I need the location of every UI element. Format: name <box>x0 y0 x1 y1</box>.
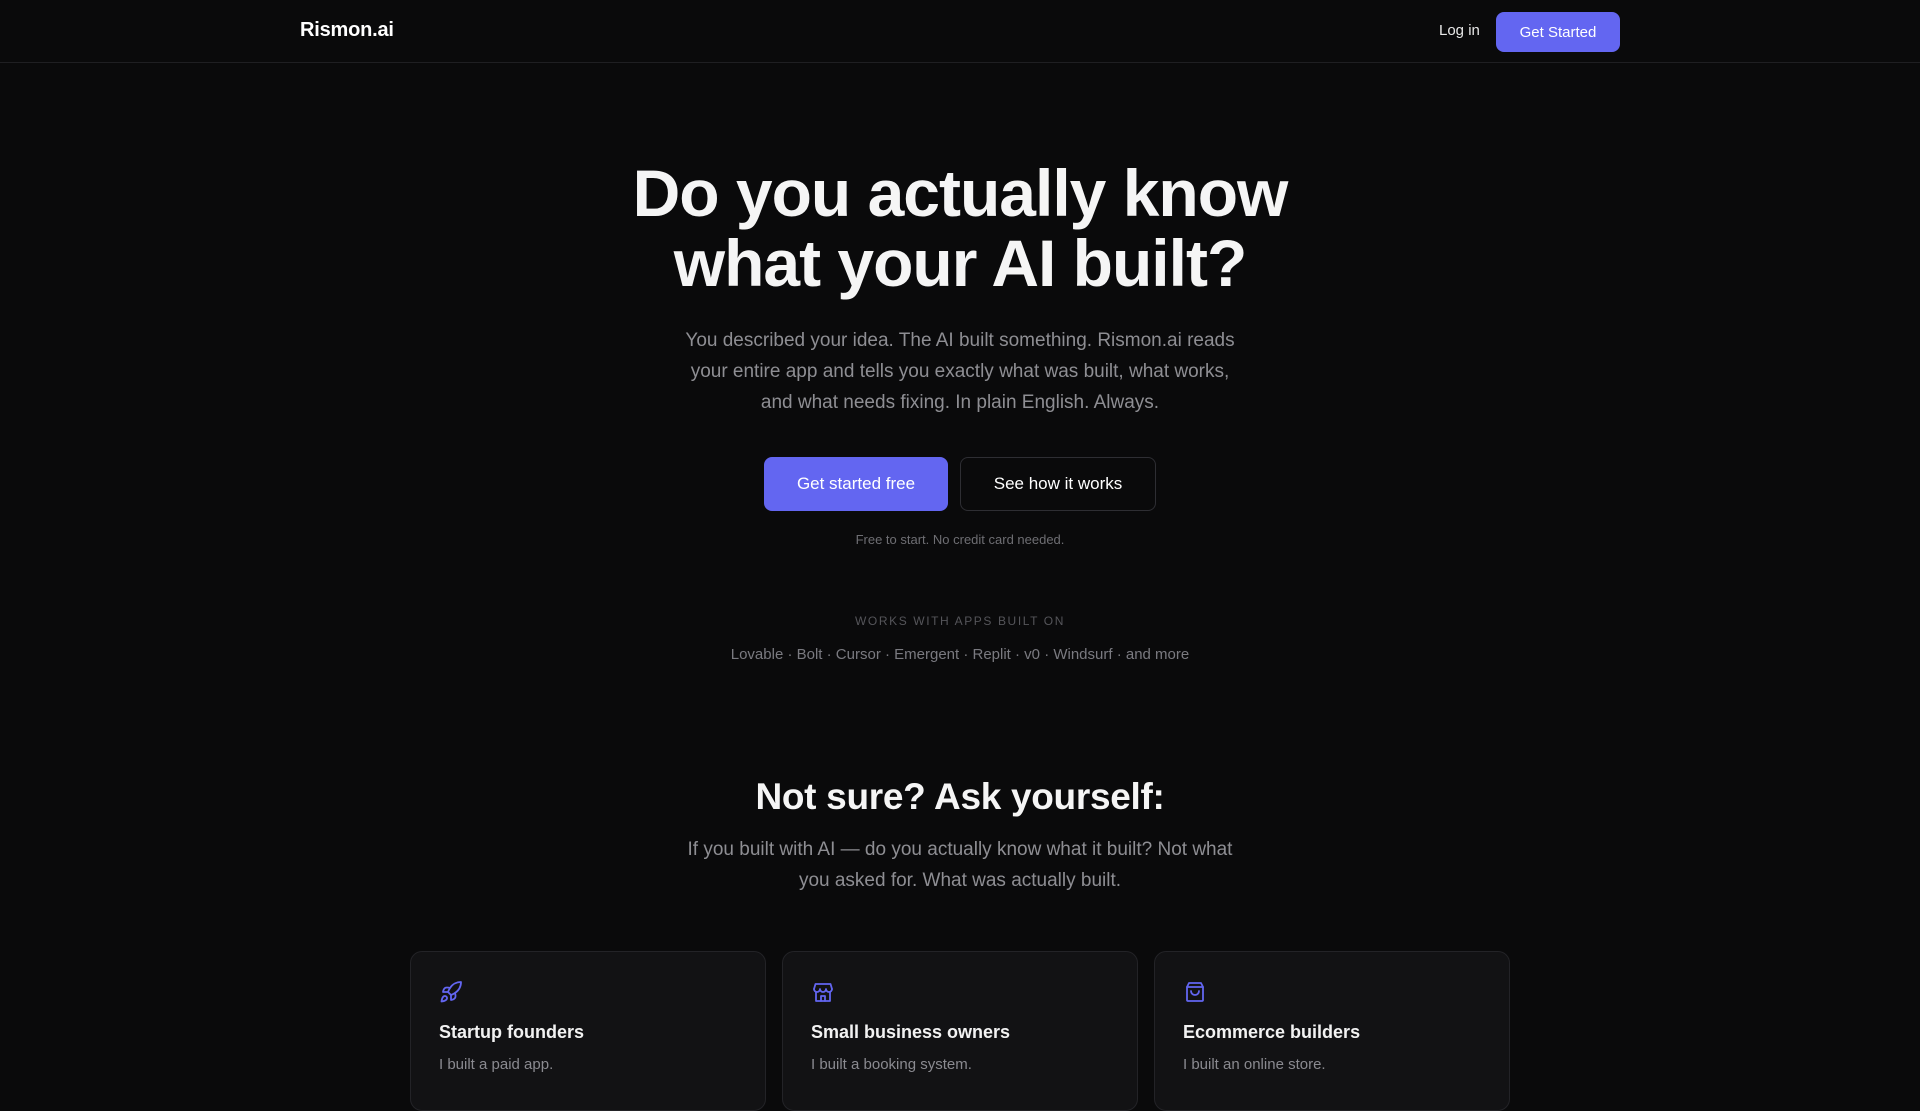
card-description: I built a booking system. <box>811 1056 972 1073</box>
hero-subtitle-line-1: You described your idea. The AI built so… <box>685 330 1235 351</box>
rocket-icon <box>439 980 463 1004</box>
works-with-list: Lovable · Bolt · Cursor · Emergent · Rep… <box>730 646 1190 663</box>
card-title: Startup founders <box>439 1022 585 1042</box>
store-icon <box>811 980 835 1004</box>
card-ecommerce-builders[interactable]: Ecommerce builders I built an online sto… <box>1154 951 1510 1111</box>
top-navigation: Rismon.ai Log in Get Started <box>0 0 1920 63</box>
card-description: I built a paid app. <box>439 1056 554 1073</box>
works-with-label: WORKS WITH APPS BUILT ON <box>855 614 1065 628</box>
get-started-button[interactable]: Get Started <box>1496 12 1620 52</box>
hero-subtitle: You described your idea. The AI built so… <box>670 325 1250 418</box>
section-title: Not sure? Ask yourself: <box>755 776 1165 817</box>
logo[interactable]: Rismon.ai <box>300 19 394 42</box>
card-startup-founders[interactable]: Startup founders I built a paid app. <box>410 951 766 1111</box>
hero-title-line-2: what your AI built? <box>673 226 1248 300</box>
section-subtitle-line-1: If you built with AI — do you actually k… <box>687 839 1233 860</box>
card-title: Small business owners <box>811 1022 1011 1042</box>
see-how-it-works-button[interactable]: See how it works <box>960 457 1156 511</box>
section-subtitle-line-2: you asked for. What was actually built. <box>798 870 1122 891</box>
hero-title: Do you actually know what your AI built? <box>0 158 1920 298</box>
get-started-free-button[interactable]: Get started free <box>764 457 948 511</box>
card-small-business-owners[interactable]: Small business owners I built a booking … <box>782 951 1138 1111</box>
fine-print: Free to start. No credit card needed. <box>855 532 1065 547</box>
card-title: Ecommerce builders <box>1183 1022 1361 1042</box>
hero-title-line-1: Do you actually know <box>632 156 1289 230</box>
shopping-bag-icon <box>1183 980 1207 1004</box>
card-description: I built an online store. <box>1183 1056 1326 1073</box>
hero-subtitle-line-2: your entire app and tells you exactly wh… <box>690 361 1230 382</box>
login-link[interactable]: Log in <box>1439 22 1480 39</box>
hero-subtitle-line-3: and what needs fixing. In plain English.… <box>760 392 1160 413</box>
section-subtitle: If you built with AI — do you actually k… <box>670 834 1250 896</box>
